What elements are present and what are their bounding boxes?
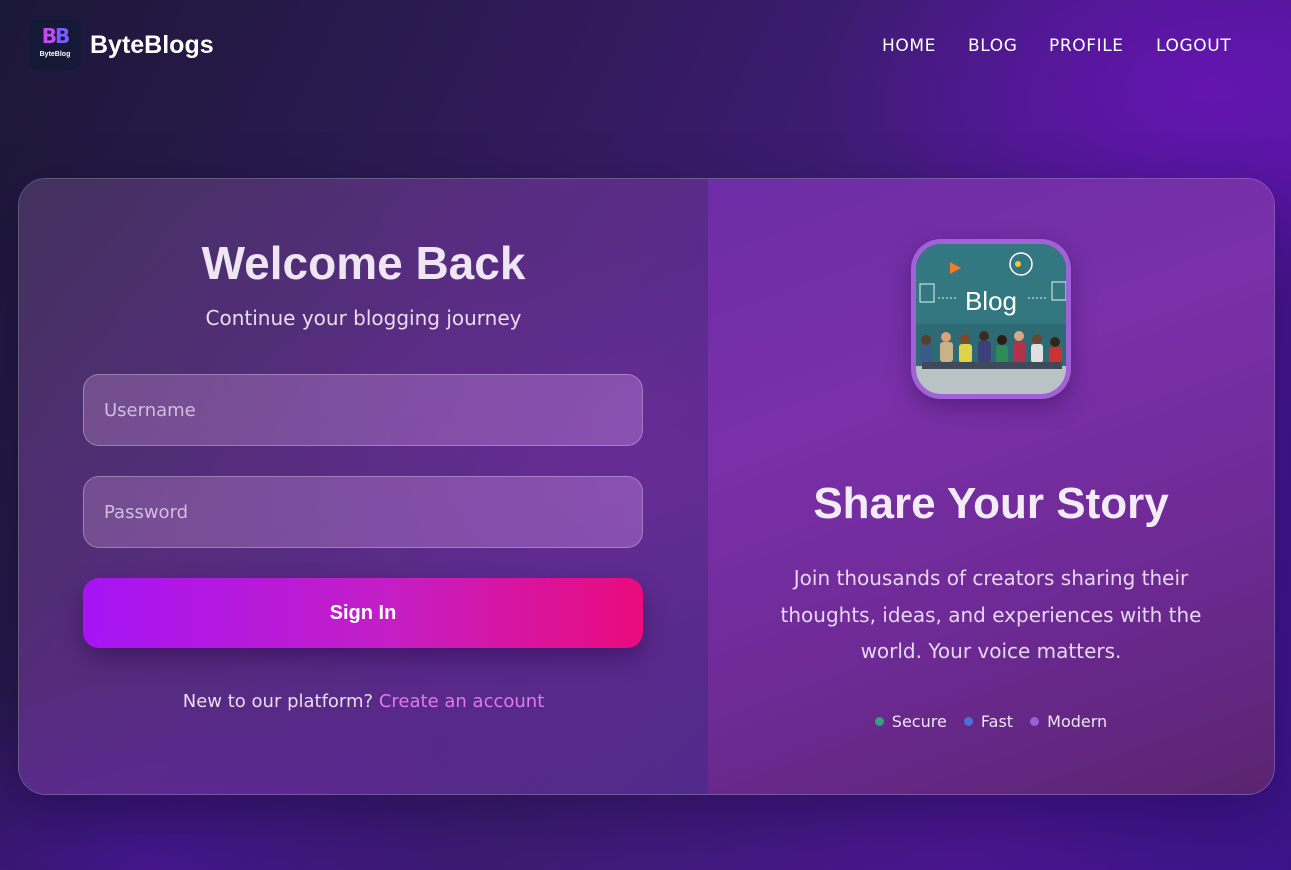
feature-fast: Fast — [963, 709, 1013, 735]
signup-prompt-text: New to our platform? — [182, 691, 374, 712]
promo-panel: Blog Share Your Story Join thousands of … — [708, 179, 1274, 794]
logo[interactable]: BB ByteBlog — [29, 20, 81, 70]
logo-mark: BB — [41, 24, 71, 48]
secure-dot-icon — [874, 717, 884, 726]
signup-prompt: New to our platform? Create an account — [19, 689, 708, 715]
username-field-wrapper — [83, 374, 643, 446]
fast-dot-icon — [963, 717, 973, 726]
nav-home-link[interactable]: HOME — [882, 35, 936, 57]
login-panel: Welcome Back Continue your blogging jour… — [19, 179, 708, 794]
nav-profile-link[interactable]: PROFILE — [1049, 35, 1124, 57]
navbar: BB ByteBlog ByteBlogs HOME BLOG PROFILE … — [0, 0, 1291, 92]
password-field-wrapper — [83, 476, 643, 548]
brand-name[interactable]: ByteBlogs — [90, 30, 214, 60]
blog-image-frame: Blog — [911, 239, 1071, 399]
login-title: Welcome Back — [201, 237, 526, 289]
promo-description: Join thousands of creators sharing their… — [780, 566, 1202, 663]
blog-caption: Blog — [965, 286, 1017, 316]
blog-illustration-svg: Blog — [916, 244, 1066, 394]
login-subtitle: Continue your blogging journey — [205, 306, 522, 330]
nav-logout-link[interactable]: LOGOUT — [1156, 35, 1231, 57]
blog-illustration: Blog — [916, 244, 1066, 394]
feature-list: Secure Fast Modern — [708, 709, 1274, 735]
feature-modern: Modern — [1030, 709, 1107, 735]
sign-in-button[interactable]: Sign In — [83, 578, 643, 648]
nav-blog-link[interactable]: BLOG — [968, 35, 1017, 57]
create-account-link[interactable]: Create an account — [379, 691, 544, 712]
modern-dot-icon — [1030, 717, 1040, 726]
password-input[interactable] — [84, 477, 642, 547]
logo-text: ByteBlog — [39, 51, 71, 58]
promo-title: Share Your Story — [813, 479, 1169, 528]
feature-secure: Secure — [874, 709, 947, 735]
username-input[interactable] — [84, 375, 642, 445]
login-card: Welcome Back Continue your blogging jour… — [18, 178, 1275, 795]
